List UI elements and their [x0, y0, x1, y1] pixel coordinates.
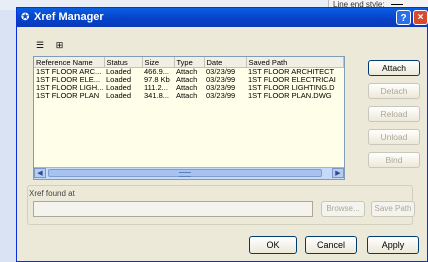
column-header-status[interactable]: Status — [104, 57, 143, 68]
table-row[interactable]: 1ST FLOOR ARC... Loaded 466.9... Attach … — [34, 68, 344, 77]
browse-button[interactable]: Browse... — [321, 201, 365, 217]
cell-saved-path: 1ST FLOOR ELECTRICAI — [248, 76, 336, 84]
scroll-right-arrow-icon[interactable]: ▶ — [332, 168, 344, 178]
help-button[interactable]: ? — [396, 10, 411, 25]
tree-view-icon[interactable]: ⊞ — [53, 39, 67, 51]
cell-date: 03/23/99 — [206, 76, 236, 84]
cell-saved-path: 1ST FLOOR PLAN.DWG — [248, 92, 332, 100]
close-button[interactable]: × — [413, 10, 428, 25]
cell-size: 466.9... — [144, 67, 170, 76]
cell-reference-name: 1ST FLOOR LIGH... — [36, 84, 104, 92]
scrollbar-grip — [179, 172, 191, 177]
cell-saved-path: 1ST FLOOR LIGHTING.D — [248, 84, 335, 92]
apply-button[interactable]: Apply — [367, 236, 419, 254]
cell-status: Loaded — [106, 84, 132, 92]
cell-reference-name: 1ST FLOOR ARC... — [36, 67, 102, 76]
cell-type: Attach — [176, 76, 198, 84]
cell-date: 03/23/99 — [206, 84, 236, 92]
list-view-icon[interactable]: ☰ — [33, 39, 47, 51]
cell-reference-name: 1ST FLOOR PLAN — [36, 92, 100, 100]
reload-button[interactable]: Reload — [368, 106, 420, 122]
cell-type: Attach — [176, 67, 198, 76]
dialog-title: Xref Manager — [34, 11, 104, 23]
column-header-type[interactable]: Type — [174, 57, 205, 68]
line-style-swatch — [390, 4, 403, 6]
xref-list[interactable]: Reference Name Status Size Type Date Sav… — [33, 56, 345, 180]
cell-reference-name: 1ST FLOOR ELE... — [36, 76, 101, 84]
cell-saved-path: 1ST FLOOR ARCHITECT — [248, 67, 335, 76]
cell-date: 03/23/99 — [206, 92, 236, 100]
bind-button[interactable]: Bind — [368, 152, 420, 168]
horizontal-scrollbar[interactable]: ◀ ▶ — [34, 167, 344, 179]
found-at-label: Xref found at — [29, 189, 75, 198]
cell-type: Attach — [176, 92, 198, 100]
xref-app-icon: ✪ — [21, 12, 30, 23]
table-header-row: Reference Name Status Size Type Date Sav… — [34, 57, 344, 68]
detach-button[interactable]: Detach — [368, 83, 420, 99]
cancel-button[interactable]: Cancel — [305, 236, 357, 254]
cell-status: Loaded — [106, 76, 132, 84]
table-row[interactable]: 1ST FLOOR ELE... Loaded 97.8 Kb Attach 0… — [34, 76, 344, 84]
column-header-reference-name[interactable]: Reference Name — [34, 57, 105, 68]
column-header-date[interactable]: Date — [204, 57, 247, 68]
unload-button[interactable]: Unload — [368, 129, 420, 145]
view-toggle: ☰ ⊞ — [33, 39, 70, 53]
ok-button[interactable]: OK — [249, 236, 297, 254]
column-header-size[interactable]: Size — [142, 57, 175, 68]
xref-table: Reference Name Status Size Type Date Sav… — [34, 57, 344, 100]
column-header-saved-path[interactable]: Saved Path — [246, 57, 344, 68]
found-at-field[interactable] — [33, 201, 313, 217]
table-row[interactable]: 1ST FLOOR LIGH... Loaded 111.2... Attach… — [34, 84, 344, 92]
cell-size: 97.8 Kb — [144, 76, 170, 84]
save-path-button[interactable]: Save Path — [371, 201, 415, 217]
cell-type: Attach — [176, 84, 198, 92]
cell-status: Loaded — [106, 92, 132, 100]
cell-size: 111.2... — [144, 84, 168, 92]
scrollbar-thumb[interactable] — [48, 169, 322, 177]
cell-size: 341.8... — [144, 92, 170, 100]
cell-status: Loaded — [106, 67, 132, 76]
title-bar[interactable]: ✪ Xref Manager ? × — [17, 8, 428, 27]
table-row[interactable]: 1ST FLOOR PLAN Loaded 341.8... Attach 03… — [34, 92, 344, 100]
xref-manager-dialog: ✪ Xref Manager ? × ☰ ⊞ Reference Name St… — [16, 7, 428, 262]
attach-button[interactable]: Attach — [368, 60, 420, 76]
cell-date: 03/23/99 — [206, 67, 236, 76]
scroll-left-arrow-icon[interactable]: ◀ — [34, 168, 46, 178]
